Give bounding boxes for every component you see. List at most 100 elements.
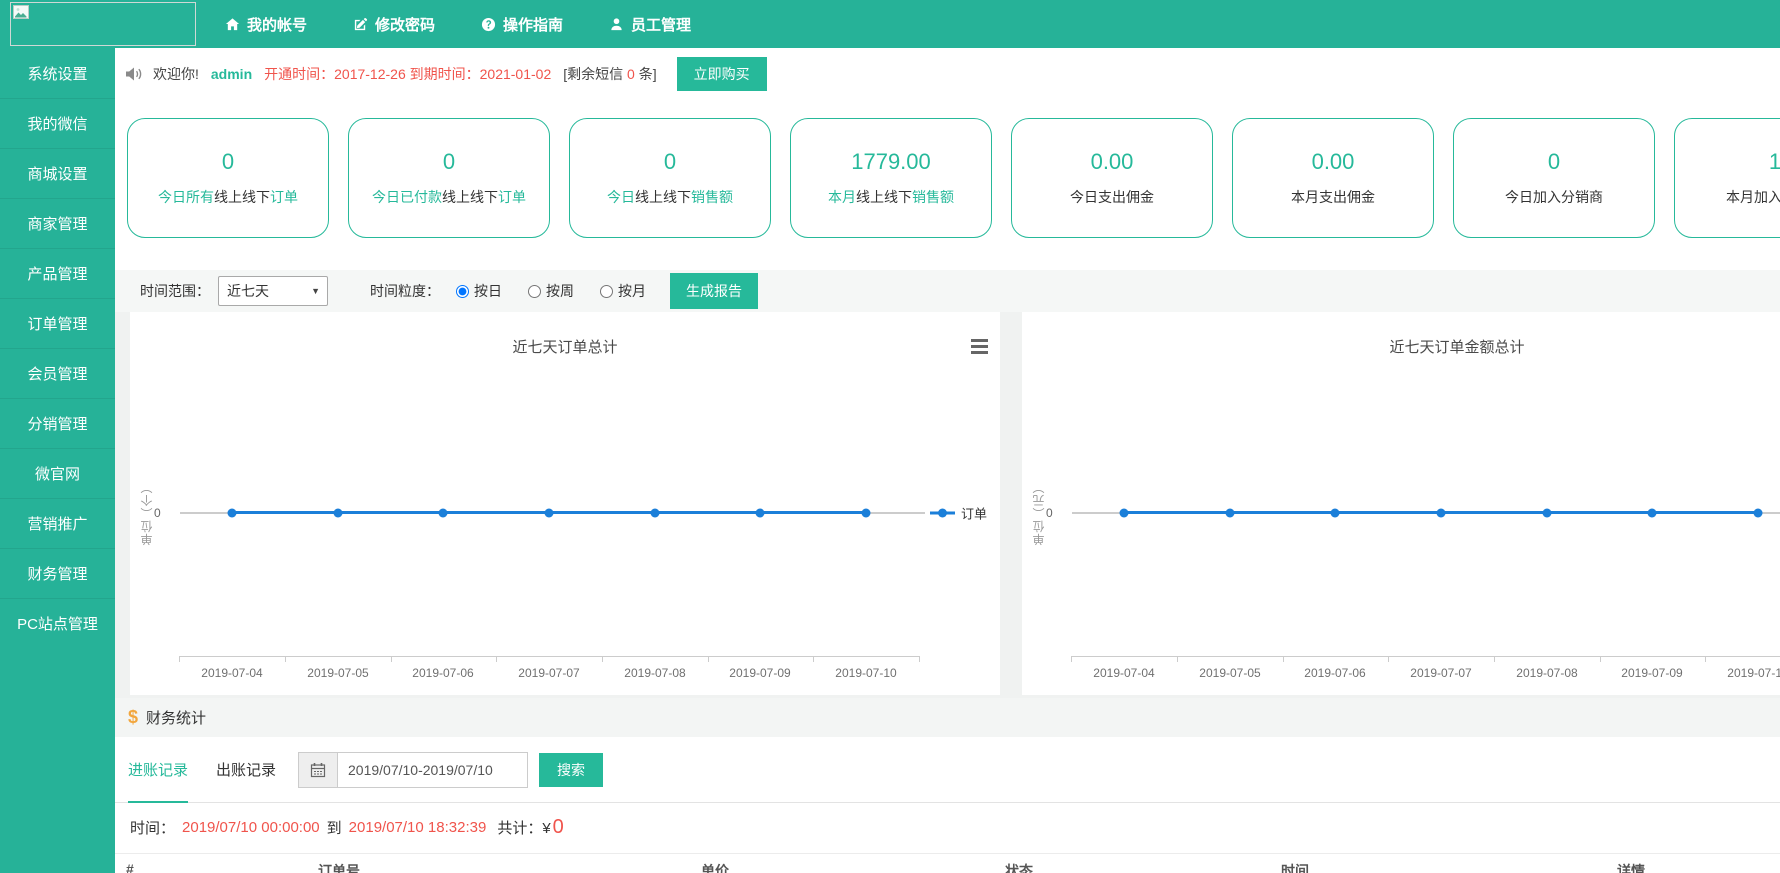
stat-card-label-segment: 线上线下 — [214, 189, 270, 205]
granularity-option-label: 按月 — [618, 281, 646, 301]
nav-item-change-password[interactable]: 修改密码 — [353, 14, 435, 35]
sidebar-item-label: 系统设置 — [27, 63, 87, 84]
sidebar-item-order-management[interactable]: 订单管理 — [0, 298, 115, 348]
stat-card-label: 本月支出佣金 — [1291, 187, 1375, 207]
calendar-button[interactable] — [298, 752, 338, 788]
data-point — [1437, 509, 1446, 518]
table-column-5: 详情 — [1617, 861, 1645, 873]
x-axis-date-label: 2019-07-09 — [720, 666, 800, 680]
granularity-option-1[interactable]: 按周 — [528, 281, 574, 301]
data-point — [334, 509, 343, 518]
granularity-radio[interactable] — [456, 285, 469, 298]
x-axis-date-label: 2019-07-08 — [1507, 666, 1587, 680]
stat-card-label: 今日线上线下销售额 — [607, 187, 733, 207]
order-amount-chart-panel: 近七天订单金额总计单位（元）02019-07-042019-07-052019-… — [1022, 312, 1780, 695]
stat-card-label-segment: 订单 — [498, 189, 526, 205]
sidebar-item-my-wechat[interactable]: 我的微信 — [0, 98, 115, 148]
sidebar-item-mall-settings[interactable]: 商城设置 — [0, 148, 115, 198]
stat-card-value: 0 — [222, 149, 234, 175]
chevron-down-icon: ▼ — [311, 286, 320, 296]
stat-card-label-segment: 线上线下 — [635, 189, 691, 205]
legend-line-icon — [930, 512, 955, 515]
sidebar-item-micro-website[interactable]: 微官网 — [0, 448, 115, 498]
sidebar-item-finance-management[interactable]: 财务管理 — [0, 548, 115, 598]
x-axis-date-label: 2019-07-07 — [1401, 666, 1481, 680]
stat-card-label: 今日加入分销商 — [1505, 187, 1603, 207]
granularity-option-2[interactable]: 按月 — [600, 281, 646, 301]
summary-to-label: 到 — [327, 817, 342, 838]
table-column-2: 单价 — [701, 861, 729, 873]
sidebar-item-label: PC站点管理 — [17, 613, 98, 634]
orders-chart-panel: 近七天订单总计单位（个）02019-07-042019-07-052019-07… — [130, 312, 1000, 695]
sidebar-item-merchant-management[interactable]: 商家管理 — [0, 198, 115, 248]
tab-expense-records[interactable]: 出账记录 — [216, 737, 276, 802]
chart-menu-icon[interactable] — [971, 339, 988, 354]
y-axis-tick: 0 — [1046, 506, 1053, 520]
edit-icon — [353, 17, 368, 32]
finance-summary-row: 时间： 2019/07/10 00:00:00 到 2019/07/10 18:… — [115, 803, 1780, 851]
data-point — [228, 509, 237, 518]
generate-report-button[interactable]: 生成报告 — [670, 273, 758, 309]
stat-card-label-segment: 今日加入分销商 — [1505, 189, 1603, 205]
stat-card-value: 0 — [664, 149, 676, 175]
charts-row: 近七天订单总计单位（个）02019-07-042019-07-052019-07… — [115, 312, 1780, 698]
sidebar-item-system-settings[interactable]: 系统设置 — [0, 48, 115, 98]
home-icon — [225, 17, 240, 32]
nav-item-label: 我的帐号 — [247, 14, 307, 35]
main-content: 欢迎你! admin 开通时间：2017-12-26 到期时间：2021-01-… — [115, 48, 1780, 873]
data-point — [1120, 509, 1129, 518]
summary-time-label: 时间： — [130, 817, 175, 838]
stat-card-label-segment: 今日支出佣金 — [1070, 189, 1154, 205]
chart-title: 近七天订单总计 — [130, 336, 1000, 357]
stat-card-today-sales: 0 今日线上线下销售额 — [569, 118, 771, 238]
x-axis-line — [179, 656, 919, 657]
stat-card-label: 今日支出佣金 — [1070, 187, 1154, 207]
calendar-icon — [310, 762, 326, 778]
sidebar-item-pc-site-management[interactable]: PC站点管理 — [0, 598, 115, 648]
time-range-select[interactable]: 近七天 ▼ — [218, 276, 328, 306]
x-axis-tick — [708, 656, 709, 662]
sidebar-item-label: 商城设置 — [27, 163, 87, 184]
stat-card-month-sales: 1779.00本月线上线下销售额 — [790, 118, 992, 238]
y-axis-label: 单位（元） — [1030, 481, 1047, 546]
x-axis-date-label: 2019-07-09 — [1612, 666, 1692, 680]
x-axis-tick — [1177, 656, 1178, 662]
nav-item-guide[interactable]: 操作指南 — [481, 14, 563, 35]
logo[interactable] — [10, 2, 196, 46]
chart-title: 近七天订单金额总计 — [1022, 336, 1780, 357]
granularity-radio[interactable] — [600, 285, 613, 298]
sidebar-item-label: 产品管理 — [27, 263, 87, 284]
nav-item-staff[interactable]: 员工管理 — [609, 14, 691, 35]
table-column-1: 订单号 — [318, 861, 360, 873]
granularity-option-0[interactable]: 按日 — [456, 281, 502, 301]
stat-card-label-segment: 今日 — [607, 189, 635, 205]
sidebar-item-member-management[interactable]: 会员管理 — [0, 348, 115, 398]
table-column-3: 状态 — [1005, 861, 1033, 873]
summary-total-label: 共计：¥ — [497, 817, 550, 838]
sidebar-item-marketing[interactable]: 营销推广 — [0, 498, 115, 548]
table-column-0: # — [126, 861, 134, 873]
stat-card-value: 1779.00 — [851, 149, 931, 175]
stat-card-value: 1 — [1769, 149, 1780, 175]
chart-legend[interactable]: 订单 — [930, 504, 987, 523]
sms-count: 0 — [627, 66, 635, 82]
account-period: 开通时间：2017-12-26 到期时间：2021-01-02 — [264, 64, 551, 84]
granularity-radio[interactable] — [528, 285, 541, 298]
stat-card-label-segment: 今日所有 — [158, 189, 214, 205]
staff-icon — [609, 17, 624, 32]
x-axis-date-label: 2019-07-08 — [615, 666, 695, 680]
date-range-input[interactable] — [338, 752, 528, 788]
tab-income-records[interactable]: 进账记录 — [128, 737, 188, 802]
sidebar-item-distribution-management[interactable]: 分销管理 — [0, 398, 115, 448]
search-button[interactable]: 搜索 — [539, 753, 603, 787]
nav-item-my-account[interactable]: 我的帐号 — [225, 14, 307, 35]
legend-label: 订单 — [961, 504, 987, 523]
data-point — [1226, 509, 1235, 518]
buy-now-button[interactable]: 立即购买 — [677, 57, 767, 91]
sidebar-item-product-management[interactable]: 产品管理 — [0, 248, 115, 298]
granularity-option-label: 按周 — [546, 281, 574, 301]
stat-card-label-segment: 销售额 — [691, 189, 733, 205]
top-nav: 我的帐号 修改密码 操作指南 员工管理 — [0, 0, 1780, 48]
x-axis-date-label: 2019-07-10 — [826, 666, 906, 680]
granularity-option-label: 按日 — [474, 281, 502, 301]
